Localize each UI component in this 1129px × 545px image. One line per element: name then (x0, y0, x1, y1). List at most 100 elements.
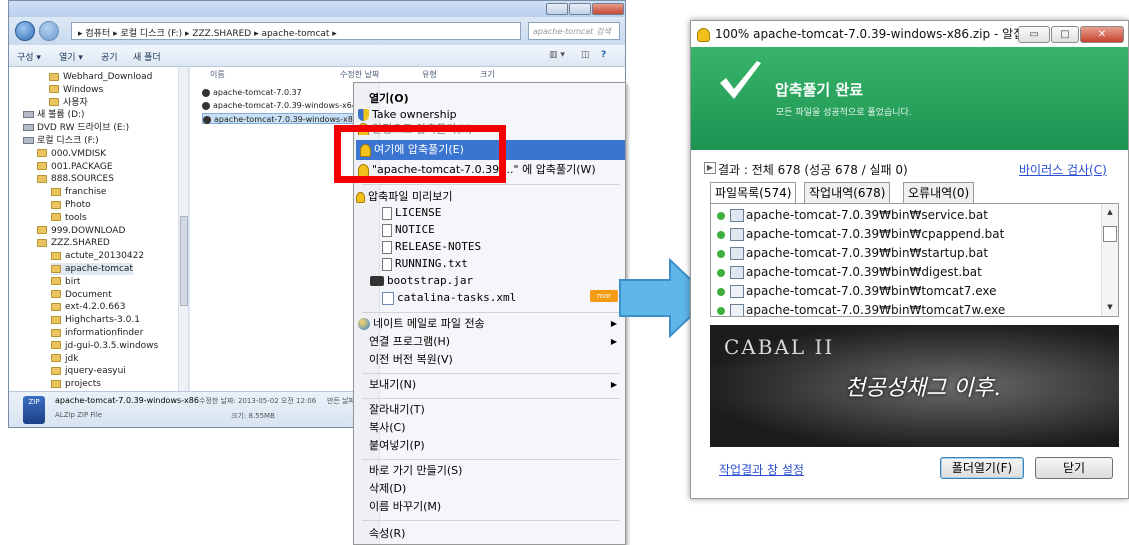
more-badge[interactable]: mor (590, 290, 618, 302)
help-icon[interactable]: ? (601, 50, 606, 60)
advertisement-banner[interactable]: CABAL II 천공성채그 이후. (710, 325, 1119, 447)
folder-icon (51, 264, 61, 273)
scroll-up-icon[interactable]: ▲ (1103, 208, 1117, 216)
ad-logo: CABAL II (724, 335, 835, 359)
view-icon[interactable]: ▥ ▾ (549, 50, 565, 60)
list-item[interactable]: apache-tomcat-7.0.39₩bin₩tomcat7.exe (711, 282, 1103, 301)
tree-item[interactable]: 999.DOWNLOAD (37, 225, 125, 237)
file-item[interactable]: apache-tomcat-7.0.39-windows-x64 (202, 100, 361, 111)
column-type[interactable]: 유형 (422, 69, 437, 80)
menu-item-properties[interactable]: 속성(R) (354, 524, 625, 544)
preview-file-item[interactable]: RUNNING.txt (354, 255, 625, 272)
menu-item-send-to[interactable]: 보내기(N) ▶ (354, 375, 625, 395)
details-type: ALZip ZIP File (55, 411, 103, 419)
nav-scrollbar-thumb[interactable] (180, 216, 188, 306)
back-button[interactable] (15, 21, 35, 41)
column-size[interactable]: 크기 (480, 69, 495, 80)
menu-item-restore-previous[interactable]: 이전 버전 복원(V) (354, 350, 625, 370)
column-name[interactable]: 이름 (210, 69, 225, 80)
zip-file-large-icon: ZIP (23, 396, 45, 424)
list-item[interactable]: apache-tomcat-7.0.39₩bin₩digest.bat (711, 263, 1103, 282)
close-button[interactable] (592, 3, 624, 15)
tree-item[interactable]: 000.VMDISK (37, 148, 106, 160)
tree-item[interactable]: Document (51, 289, 112, 301)
forward-button[interactable] (39, 21, 59, 41)
menu-item-rename[interactable]: 이름 바꾸기(M) (354, 497, 625, 517)
list-item[interactable]: apache-tomcat-7.0.39₩bin₩tomcat7w.exe (711, 301, 1103, 316)
menu-item-send-mail[interactable]: 네이트 메일로 파일 전송 ▶ (354, 314, 625, 334)
tree-item[interactable]: jdk (51, 353, 78, 365)
tree-item[interactable]: informationfinder (51, 327, 143, 339)
virus-scan-link[interactable]: 바이러스 검사(C) (1019, 161, 1107, 178)
open-folder-button[interactable]: 폴더열기(F) (940, 457, 1024, 479)
address-row: ▸ 컴퓨터 ▸ 로컬 디스크 (F:) ▸ ZZZ.SHARED ▸ apach… (9, 17, 625, 45)
preview-pane-icon[interactable]: ◫ (581, 50, 590, 60)
tree-item[interactable]: jquery-easyui (51, 365, 126, 377)
tree-item[interactable]: Highcharts-3.0.1 (51, 314, 140, 326)
result-summary: 결과 : 전체 678 (성공 678 / 실패 0) (718, 163, 908, 177)
tab-work-history[interactable]: 작업내역(678) (804, 182, 891, 203)
tree-item[interactable]: Windows (49, 84, 103, 96)
preview-file-item[interactable]: catalina-tasks.xml (354, 289, 625, 306)
menu-item-take-ownership[interactable]: Take ownership (354, 105, 625, 125)
tree-item[interactable]: jd-gui-0.3.5.windows (51, 340, 158, 352)
folder-icon (51, 187, 61, 196)
maximize-button[interactable]: □ (1051, 26, 1079, 43)
address-bar[interactable]: ▸ 컴퓨터 ▸ 로컬 디스크 (F:) ▸ ZZZ.SHARED ▸ apach… (71, 22, 521, 40)
tree-item[interactable]: 새 볼륨 (D:) (23, 109, 85, 121)
tree-item[interactable]: actute_20130422 (51, 250, 144, 262)
minimize-button[interactable] (546, 3, 568, 15)
minimize-button[interactable]: ▭ (1018, 26, 1050, 43)
preview-file-item[interactable]: NOTICE (354, 221, 625, 238)
tree-item[interactable]: 001.PACKAGE (37, 161, 113, 173)
file-item-selected[interactable]: apache-tomcat-7.0.39-windows-x86 (202, 113, 363, 124)
menu-item-open-with[interactable]: 연결 프로그램(H) ▶ (354, 332, 625, 352)
tree-item[interactable]: DVD RW 드라이브 (E:) (23, 122, 129, 134)
tab-file-list[interactable]: 파일목록(574) (710, 182, 797, 204)
menu-item-copy[interactable]: 복사(C) (354, 418, 625, 438)
zip-file-icon (203, 115, 211, 124)
share-button[interactable]: 공기 (101, 50, 118, 63)
menu-item-paste[interactable]: 붙여넣기(P) (354, 436, 625, 456)
close-button[interactable]: ✕ (1080, 26, 1124, 43)
tree-item[interactable]: 사용자 (49, 97, 88, 109)
menu-item-create-shortcut[interactable]: 바로 가기 만들기(S) (354, 461, 625, 481)
expand-chevron-icon[interactable]: ▶ (704, 162, 716, 174)
tree-item[interactable]: 888.SOURCES (37, 173, 114, 185)
menu-item-cut[interactable]: 잘라내기(T) (354, 400, 625, 420)
new-folder-button[interactable]: 새 폴더 (133, 50, 161, 63)
list-item[interactable]: apache-tomcat-7.0.39₩bin₩startup.bat (711, 244, 1103, 263)
tree-item[interactable]: projects (51, 378, 101, 390)
list-scrollbar-thumb[interactable] (1103, 226, 1117, 242)
tree-item[interactable]: Photo (51, 199, 91, 211)
tree-item[interactable]: tools (51, 212, 87, 224)
preview-file-item[interactable]: bootstrap.jar (354, 272, 625, 289)
alzip-app-icon (697, 28, 710, 42)
list-scrollbar[interactable] (1101, 204, 1118, 316)
preview-file-item[interactable]: LICENSE (354, 204, 625, 221)
tree-item[interactable]: Webhard_Download (49, 71, 152, 83)
preview-file-item[interactable]: RELEASE-NOTES (354, 238, 625, 255)
tree-item[interactable]: 로컬 디스크 (F:) (23, 135, 99, 147)
result-window-settings-link[interactable]: 작업결과 창 설정 (719, 461, 804, 478)
list-item[interactable]: apache-tomcat-7.0.39₩bin₩cpappend.bat (711, 225, 1103, 244)
details-modified: 수정한 날짜: 2013-05-02 오전 12:06 (199, 397, 317, 405)
menu-separator (362, 312, 620, 313)
close-dialog-button[interactable]: 닫기 (1035, 457, 1113, 479)
menu-item-delete[interactable]: 삭제(D) (354, 479, 625, 499)
tab-error-history[interactable]: 오류내역(0) (903, 182, 975, 203)
maximize-button[interactable] (569, 3, 591, 15)
tree-item[interactable]: birt (51, 276, 80, 288)
tree-item[interactable]: ZZZ.SHARED (37, 237, 110, 249)
column-modified[interactable]: 수정한 날짜 (340, 69, 379, 80)
list-item[interactable]: apache-tomcat-7.0.39₩bin₩service.bat (711, 206, 1103, 225)
tree-item[interactable]: franchise (51, 186, 106, 198)
search-input[interactable]: apache-tomcat 검색 (528, 22, 620, 40)
folder-icon (51, 277, 61, 286)
tree-item[interactable]: ext-4.2.0.663 (51, 301, 125, 313)
tree-item[interactable]: apache-tomcat (51, 263, 133, 275)
scroll-down-icon[interactable]: ▼ (1103, 303, 1117, 311)
file-item[interactable]: apache-tomcat-7.0.37 (202, 87, 306, 98)
organize-button[interactable]: 구성 ▾ (17, 50, 41, 63)
open-button[interactable]: 열기 ▾ (59, 50, 83, 63)
